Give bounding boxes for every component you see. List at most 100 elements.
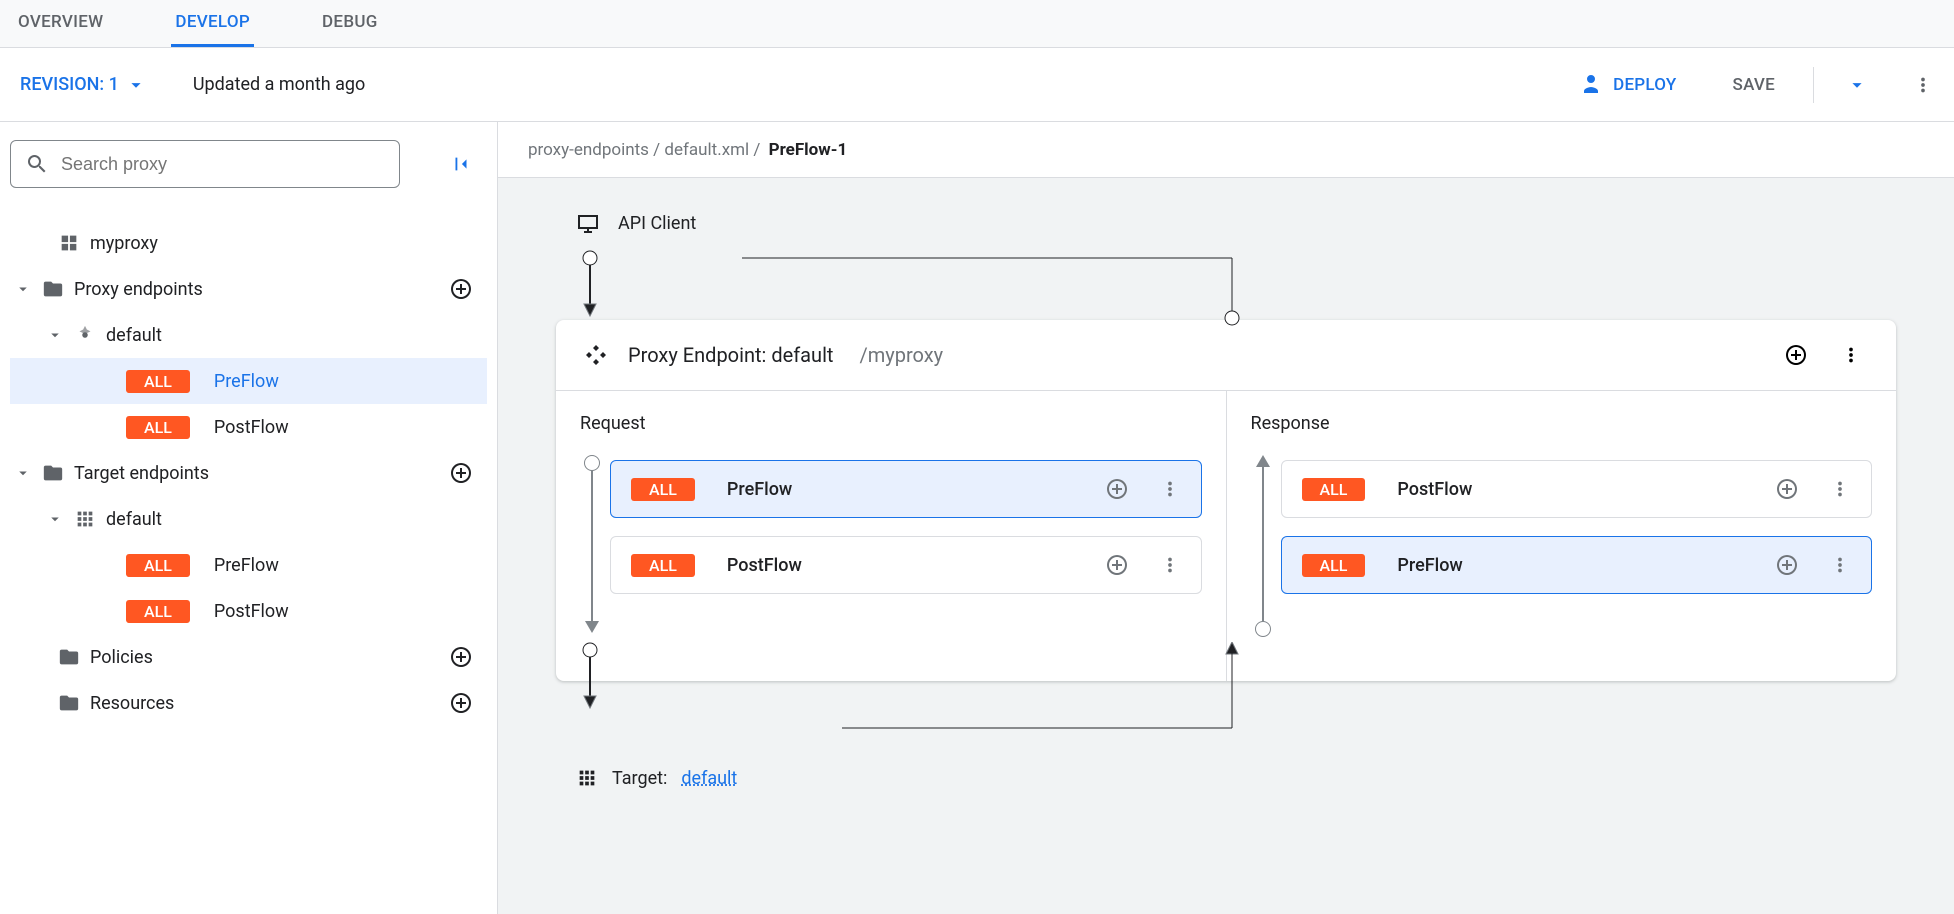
folder-icon bbox=[42, 278, 64, 300]
card-path: /myproxy bbox=[859, 343, 943, 367]
endpoint-icon bbox=[74, 324, 96, 346]
target-grid-icon bbox=[576, 767, 598, 789]
request-flow-track bbox=[584, 463, 600, 653]
tab-overview[interactable]: OVERVIEW bbox=[14, 0, 107, 47]
target-link[interactable]: default bbox=[681, 768, 737, 789]
add-circle-icon bbox=[449, 645, 473, 669]
add-step-button[interactable] bbox=[1769, 476, 1805, 502]
flow-overflow-button[interactable] bbox=[1153, 553, 1187, 577]
request-preflow-item[interactable]: ALL PreFlow bbox=[610, 460, 1202, 518]
tree-label: myproxy bbox=[90, 233, 487, 254]
flow-overflow-button[interactable] bbox=[1823, 553, 1857, 577]
search-input[interactable] bbox=[59, 153, 385, 176]
all-badge: ALL bbox=[1302, 478, 1366, 501]
add-proxy-endpoint-button[interactable] bbox=[443, 276, 479, 302]
tree-proxy-root[interactable]: myproxy bbox=[10, 220, 487, 266]
tree-proxy-endpoints[interactable]: Proxy endpoints bbox=[10, 266, 487, 312]
add-circle-icon bbox=[449, 461, 473, 485]
tree-label: Proxy endpoints bbox=[74, 279, 433, 300]
tree-target-endpoint-default[interactable]: default bbox=[10, 496, 487, 542]
all-badge: ALL bbox=[631, 554, 695, 577]
add-step-button[interactable] bbox=[1099, 476, 1135, 502]
more-vert-icon bbox=[1829, 554, 1851, 576]
tree-label: Resources bbox=[90, 693, 433, 714]
flow-name: PreFlow bbox=[1397, 555, 1751, 576]
flow-name: PostFlow bbox=[727, 555, 1081, 576]
all-badge: ALL bbox=[126, 554, 190, 577]
add-policy-button[interactable] bbox=[443, 644, 479, 670]
endpoint-icon bbox=[584, 343, 608, 367]
collapse-sidebar-button[interactable] bbox=[444, 152, 478, 176]
tab-debug[interactable]: DEBUG bbox=[318, 0, 382, 47]
add-circle-icon bbox=[1105, 477, 1129, 501]
breadcrumb: proxy-endpoints / default.xml / PreFlow-… bbox=[498, 122, 1954, 178]
separator bbox=[1813, 67, 1814, 103]
save-button[interactable]: SAVE bbox=[1715, 62, 1793, 108]
tree-target-postflow[interactable]: ALL PostFlow bbox=[10, 588, 487, 634]
tab-develop[interactable]: DEVELOP bbox=[171, 0, 254, 47]
tree-target-endpoints[interactable]: Target endpoints bbox=[10, 450, 487, 496]
chevron-down-icon bbox=[46, 324, 64, 346]
tree-label: PostFlow bbox=[214, 601, 487, 622]
more-vert-icon bbox=[1912, 74, 1934, 96]
card-title: Proxy Endpoint: default bbox=[628, 343, 833, 367]
connector-client-to-proxy bbox=[582, 246, 1242, 326]
breadcrumb-part[interactable]: default.xml bbox=[664, 140, 749, 160]
add-step-button[interactable] bbox=[1769, 552, 1805, 578]
search-proxy-box[interactable] bbox=[10, 140, 400, 188]
add-step-button[interactable] bbox=[1099, 552, 1135, 578]
tree-label: default bbox=[106, 509, 487, 530]
response-column: Response ALL PostFlow bbox=[1226, 391, 1897, 681]
collapse-left-icon bbox=[450, 153, 472, 175]
all-badge: ALL bbox=[126, 416, 190, 439]
add-circle-icon bbox=[1775, 553, 1799, 577]
canvas: proxy-endpoints / default.xml / PreFlow-… bbox=[498, 122, 1954, 914]
flow-overflow-button[interactable] bbox=[1153, 477, 1187, 501]
dropdown-arrow-icon bbox=[1846, 74, 1868, 96]
target-icon bbox=[74, 508, 96, 530]
tree-policies[interactable]: Policies bbox=[10, 634, 487, 680]
chevron-down-icon bbox=[46, 508, 64, 530]
all-badge: ALL bbox=[126, 600, 190, 623]
save-menu-dropdown[interactable] bbox=[1834, 62, 1880, 108]
tree-resources[interactable]: Resources bbox=[10, 680, 487, 726]
top-tab-bar: OVERVIEW DEVELOP DEBUG bbox=[0, 0, 1954, 48]
request-heading: Request bbox=[580, 413, 1202, 434]
response-preflow-item[interactable]: ALL PreFlow bbox=[1281, 536, 1873, 594]
tree-proxy-preflow[interactable]: ALL PreFlow bbox=[10, 358, 487, 404]
breadcrumb-current: PreFlow-1 bbox=[769, 140, 848, 160]
all-badge: ALL bbox=[126, 370, 190, 393]
tree-proxy-endpoint-default[interactable]: default bbox=[10, 312, 487, 358]
proxy-icon bbox=[58, 232, 80, 254]
flow-name: PreFlow bbox=[727, 479, 1081, 500]
response-postflow-item[interactable]: ALL PostFlow bbox=[1281, 460, 1873, 518]
tree-label: PreFlow bbox=[214, 555, 487, 576]
chevron-down-icon bbox=[14, 278, 32, 300]
search-icon bbox=[25, 152, 49, 176]
tree-label: Target endpoints bbox=[74, 463, 433, 484]
card-add-button[interactable] bbox=[1778, 342, 1814, 368]
all-badge: ALL bbox=[631, 478, 695, 501]
all-badge: ALL bbox=[1302, 554, 1366, 577]
folder-icon bbox=[58, 646, 80, 668]
revision-dropdown[interactable]: REVISION: 1 bbox=[14, 73, 153, 97]
overflow-menu[interactable] bbox=[1900, 62, 1946, 108]
tree-proxy-postflow[interactable]: ALL PostFlow bbox=[10, 404, 487, 450]
tree-label: PostFlow bbox=[214, 417, 487, 438]
api-client-node: API Client bbox=[576, 208, 1896, 238]
tree-target-preflow[interactable]: ALL PreFlow bbox=[10, 542, 487, 588]
proxy-tree: myproxy Proxy endpoints default ALL PreF… bbox=[10, 220, 487, 726]
add-resource-button[interactable] bbox=[443, 690, 479, 716]
request-postflow-item[interactable]: ALL PostFlow bbox=[610, 536, 1202, 594]
tree-label: default bbox=[106, 325, 487, 346]
add-circle-icon bbox=[449, 277, 473, 301]
folder-icon bbox=[42, 462, 64, 484]
chevron-down-icon bbox=[14, 462, 32, 484]
card-overflow-button[interactable] bbox=[1834, 343, 1868, 367]
api-client-label: API Client bbox=[618, 213, 696, 234]
connector-proxy-to-target bbox=[582, 642, 1242, 742]
flow-overflow-button[interactable] bbox=[1823, 477, 1857, 501]
breadcrumb-part[interactable]: proxy-endpoints bbox=[528, 140, 649, 160]
add-target-endpoint-button[interactable] bbox=[443, 460, 479, 486]
deploy-button[interactable]: DEPLOY bbox=[1561, 62, 1694, 108]
